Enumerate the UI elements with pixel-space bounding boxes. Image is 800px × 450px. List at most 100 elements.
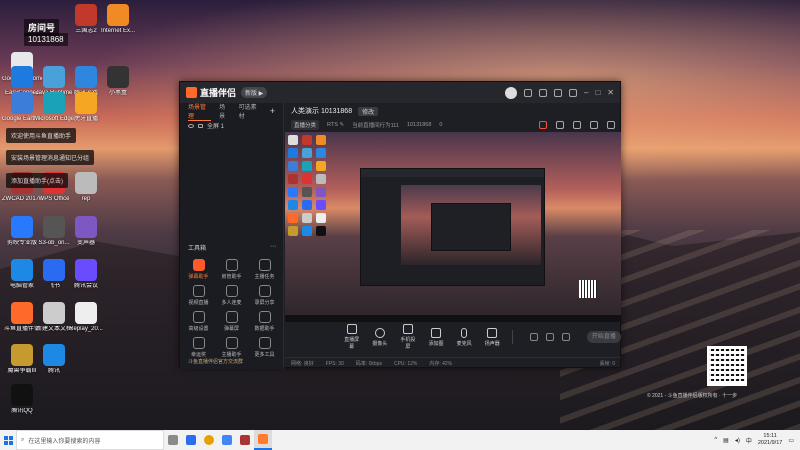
scene-item[interactable]: 全屏 1	[180, 119, 283, 132]
tool-item[interactable]: 录屏分享	[248, 285, 281, 306]
record-video-icon[interactable]	[529, 333, 538, 341]
status-bitrate: 码率: 0kbps	[355, 361, 382, 367]
app-icon	[75, 259, 97, 281]
tool-icon	[258, 259, 271, 271]
app-icon	[11, 259, 33, 281]
edit-room-button[interactable]: 修改	[358, 106, 379, 116]
lock-icon[interactable]	[556, 121, 564, 129]
preview-desktop-icon	[288, 226, 298, 236]
tool-label: 弹幕屏	[223, 326, 239, 332]
tab-scene-manage[interactable]: 场景管理	[188, 102, 212, 121]
beauty-icon[interactable]	[545, 333, 554, 341]
preview-desktop-icon	[316, 135, 326, 145]
tool-icon	[192, 259, 205, 271]
gear-icon[interactable]	[561, 333, 570, 341]
version-badge[interactable]: 新版 ▶	[241, 87, 268, 98]
user-avatar[interactable]	[505, 86, 517, 99]
preview-desktop-icon	[288, 187, 298, 197]
tab-sources[interactable]: 可选素材	[239, 102, 262, 120]
bell-icon[interactable]	[590, 121, 598, 129]
tool-item[interactable]: 主播助手	[215, 337, 248, 358]
close-icon[interactable]: ✕	[607, 88, 614, 97]
tool-icon	[225, 337, 238, 349]
desktop-icon[interactable]: 腾讯QQ	[2, 384, 42, 415]
chevron-up-icon[interactable]: ^	[714, 437, 717, 443]
app-icon	[107, 4, 129, 26]
add-image-button[interactable]: 添加图	[427, 327, 444, 347]
microphone-button[interactable]: 麦克风	[456, 327, 473, 347]
task-view-icon[interactable]	[164, 430, 182, 450]
mail-icon[interactable]	[539, 88, 547, 97]
notification-center-icon[interactable]: ▭	[788, 437, 794, 444]
minimize-icon[interactable]: –	[584, 88, 588, 97]
tab-scene[interactable]: 场景	[219, 102, 231, 120]
desktop-tip[interactable]: 添加直播助手(点击)	[6, 173, 68, 188]
camera-button[interactable]: 摄像头	[371, 327, 388, 347]
desktop-icon-label: 腾讯QQ	[11, 408, 33, 414]
screen-capture-button[interactable]: 直播屏幕	[343, 324, 360, 350]
taskbar-search[interactable]: ⌕ 在这里输入你要搜索的内容	[16, 430, 164, 450]
start-live-button[interactable]: 开始直播	[586, 331, 621, 343]
tool-item[interactable]: 房管助手	[215, 259, 248, 280]
tool-item[interactable]: 更多工具	[248, 337, 281, 358]
file-explorer-icon[interactable]	[182, 430, 200, 450]
tool-item[interactable]: 弹幕助手	[182, 259, 215, 280]
tool-item[interactable]: 主播任务	[248, 259, 281, 280]
clock[interactable]: 15:11 2021/9/17	[758, 433, 782, 447]
notification-icon[interactable]	[539, 121, 547, 129]
category-pill[interactable]: 直播分类	[291, 120, 320, 130]
app-icon	[43, 302, 65, 324]
start-button[interactable]	[0, 430, 16, 450]
tool-icon	[192, 285, 205, 297]
game-icon[interactable]	[218, 430, 236, 450]
browser-icon[interactable]	[254, 430, 272, 450]
tool-item[interactable]: 弹幕屏	[215, 311, 248, 332]
desktop-icon[interactable]: 变声器	[66, 216, 106, 247]
preview-desktop-icon	[316, 148, 326, 158]
clock-time: 15:11	[763, 433, 777, 439]
desktop-icon[interactable]: 腾讯	[34, 344, 74, 375]
eye-icon[interactable]	[188, 123, 194, 128]
share-icon[interactable]	[607, 121, 615, 129]
microphone-icon	[461, 327, 468, 338]
app-icon	[11, 66, 33, 88]
tool-item[interactable]: 数据助手	[248, 311, 281, 332]
toolbox-more-icon[interactable]: ⋯	[270, 243, 276, 252]
maximize-icon[interactable]: □	[595, 88, 600, 97]
stream-preview[interactable]	[285, 132, 621, 322]
tool-icon	[258, 285, 271, 297]
tool-item[interactable]: 视频直播	[182, 285, 215, 306]
network-icon[interactable]: ▤	[723, 437, 729, 444]
live-companion-icon[interactable]	[236, 430, 254, 450]
tool-item[interactable]: 高级设置	[182, 311, 215, 332]
app-icon	[75, 92, 97, 114]
desktop-icon[interactable]: 腾讯会议	[66, 259, 106, 290]
tool-label: 视频直播	[188, 300, 209, 306]
settings-icon[interactable]	[569, 88, 577, 97]
speaker-button[interactable]: 扬声器	[484, 327, 501, 347]
volume-icon[interactable]: ◂)	[735, 437, 740, 444]
main-panel: 人类演示 10131868 修改 直播分类 RTS ✎ 当前直播间行为111 1…	[285, 103, 621, 369]
chrome-icon[interactable]	[200, 430, 218, 450]
ime-icon[interactable]: 中	[746, 436, 752, 445]
preview-desktop-icon	[316, 213, 326, 223]
tool-item[interactable]: 多人连麦	[215, 285, 248, 306]
tool-item[interactable]: 幸运奖	[182, 337, 215, 358]
desktop-icon[interactable]: Replay_20...	[66, 302, 106, 333]
speaker-icon	[487, 327, 498, 338]
app-icon	[11, 302, 33, 324]
preview-desktop-icon	[316, 174, 326, 184]
official-group-link[interactable]: 斗鱼直播伴侣官方交流群	[188, 358, 243, 365]
desktop-icon[interactable]: Internet Ex...	[98, 4, 138, 35]
gift-icon[interactable]	[554, 88, 562, 97]
record-icon[interactable]	[573, 121, 581, 129]
desktop-icon[interactable]: 虎牙直播	[66, 92, 106, 123]
room-id: 10131868	[406, 122, 432, 128]
preview-taskbar	[285, 315, 621, 322]
desktop-icon[interactable]: rep	[66, 172, 106, 203]
message-icon[interactable]	[524, 88, 532, 97]
lock-icon[interactable]	[198, 123, 203, 128]
rtc-label[interactable]: RTS ✎	[327, 122, 344, 128]
add-scene-button[interactable]: +	[270, 106, 275, 116]
phone-cast-button[interactable]: 手机投屏	[399, 324, 416, 350]
